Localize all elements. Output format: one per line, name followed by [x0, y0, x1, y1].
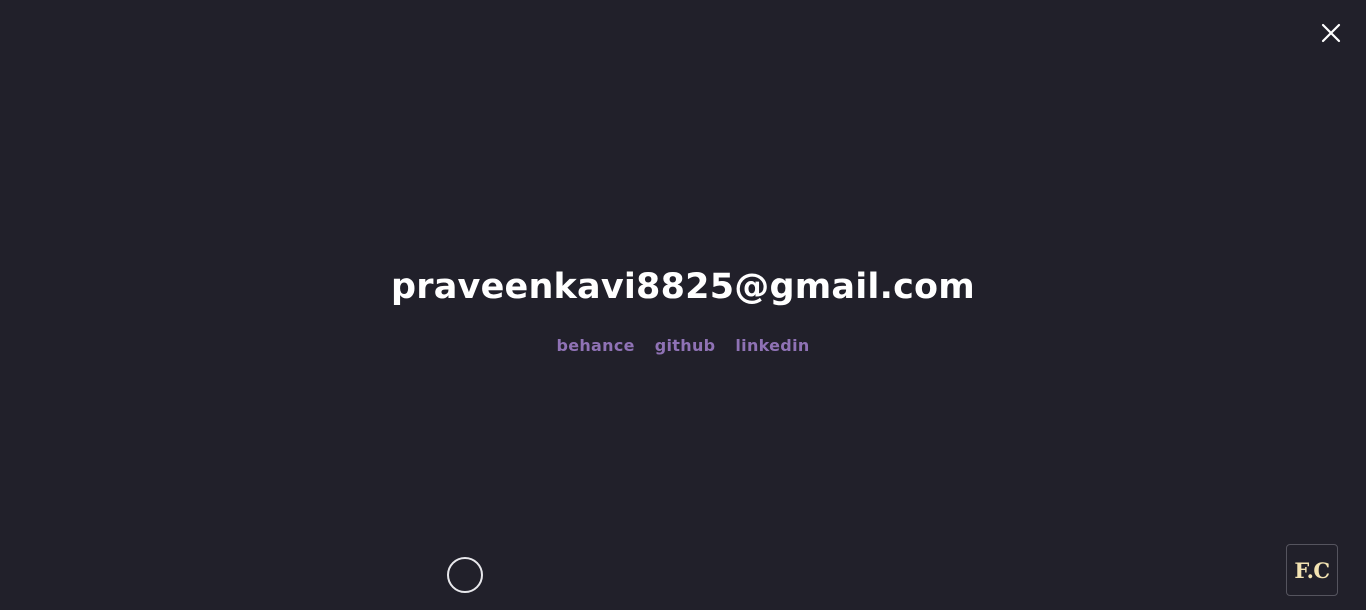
- social-links: behance github linkedin: [0, 336, 1366, 355]
- close-icon: [1321, 23, 1341, 43]
- close-button[interactable]: [1320, 22, 1342, 44]
- behance-link[interactable]: behance: [556, 336, 634, 355]
- custom-cursor-ring: [447, 557, 483, 593]
- contact-section: praveenkavi8825@gmail.com behance github…: [0, 262, 1366, 355]
- github-link[interactable]: github: [655, 336, 716, 355]
- logo-button[interactable]: F.C: [1286, 544, 1338, 596]
- logo-text: F.C: [1294, 557, 1330, 583]
- contact-overlay: praveenkavi8825@gmail.com behance github…: [0, 0, 1366, 610]
- email-link[interactable]: praveenkavi8825@gmail.com: [0, 262, 1366, 312]
- linkedin-link[interactable]: linkedin: [735, 336, 809, 355]
